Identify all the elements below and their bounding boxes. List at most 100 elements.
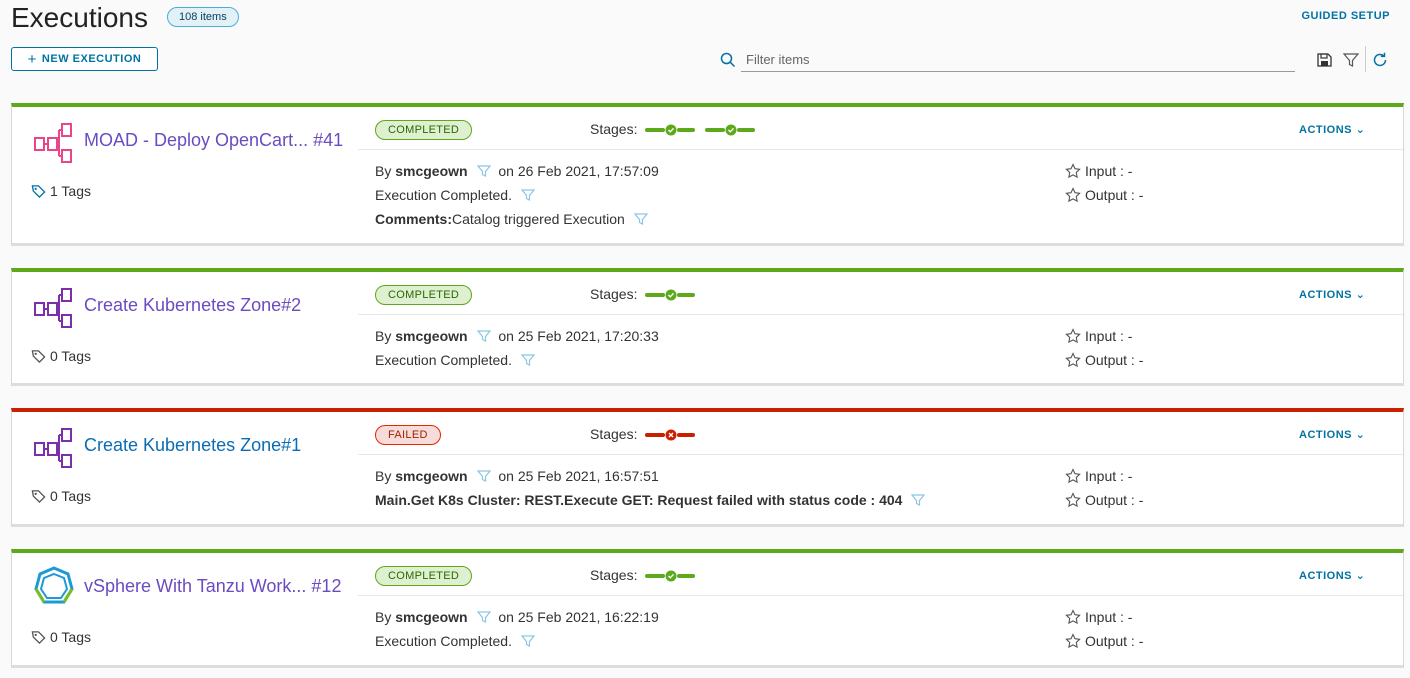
filter-funnel-icon[interactable]	[476, 329, 491, 343]
actions-dropdown[interactable]: ACTIONS ⌄	[1299, 288, 1365, 301]
chevron-down-icon: ⌄	[1355, 429, 1366, 441]
user-name: smcgeown	[395, 328, 468, 344]
execution-card: MOAD - Deploy OpenCart... #41 1 Tags COM…	[11, 103, 1404, 246]
filter-icon[interactable]	[1342, 51, 1360, 69]
stages-indicator[interactable]	[645, 428, 695, 442]
status-badge: COMPLETED	[375, 285, 473, 305]
tags-count[interactable]: 0 Tags	[31, 488, 91, 504]
comments-label: Comments:	[375, 211, 453, 227]
search-icon	[720, 52, 736, 68]
star-icon[interactable]	[1065, 328, 1081, 344]
execution-date: on 26 Feb 2021, 17:57:09	[498, 163, 659, 179]
input-field: Input : -	[1065, 163, 1132, 179]
by-label: By	[375, 609, 392, 625]
execution-name-link[interactable]: Create Kubernetes Zone#1	[84, 435, 301, 456]
chevron-down-icon: ⌄	[1355, 570, 1366, 582]
execution-message: Execution Completed.	[375, 187, 512, 203]
filter-funnel-icon[interactable]	[520, 634, 535, 648]
actions-label: ACTIONS	[1299, 429, 1352, 441]
pipeline-icon	[34, 428, 72, 468]
divider	[358, 314, 1403, 315]
by-label: By	[375, 328, 392, 344]
refresh-icon[interactable]	[1371, 51, 1389, 69]
execution-date: on 25 Feb 2021, 16:22:19	[498, 609, 659, 625]
star-icon[interactable]	[1065, 633, 1081, 649]
actions-dropdown[interactable]: ACTIONS ⌄	[1299, 123, 1365, 136]
output-label: Output : -	[1085, 492, 1144, 508]
status-badge: COMPLETED	[375, 120, 473, 140]
tags-count[interactable]: 0 Tags	[31, 629, 91, 645]
execution-name-link[interactable]: MOAD - Deploy OpenCart... #41	[84, 130, 343, 151]
status-badge: FAILED	[375, 425, 441, 445]
comments-line: Comments: Catalog triggered Execution	[375, 211, 648, 227]
tags-label: 0 Tags	[50, 488, 91, 504]
filter-funnel-icon[interactable]	[476, 469, 491, 483]
chevron-down-icon: ⌄	[1355, 289, 1366, 301]
execution-card: vSphere With Tanzu Work... #12 0 Tags CO…	[11, 549, 1404, 668]
filter-funnel-icon[interactable]	[520, 353, 535, 367]
stages-indicator[interactable]	[645, 569, 695, 583]
star-icon[interactable]	[1065, 163, 1081, 179]
execution-date: on 25 Feb 2021, 16:57:51	[498, 468, 659, 484]
divider	[358, 595, 1403, 596]
input-field: Input : -	[1065, 468, 1132, 484]
toolbar-divider	[1365, 46, 1366, 72]
stages-label: Stages:	[590, 286, 638, 302]
user-name: smcgeown	[395, 609, 468, 625]
input-label: Input : -	[1085, 328, 1133, 344]
executed-by-line: By smcgeown on 25 Feb 2021, 17:20:33	[375, 328, 659, 344]
star-icon[interactable]	[1065, 187, 1081, 203]
output-field: Output : -	[1065, 187, 1143, 203]
chevron-down-icon: ⌄	[1355, 124, 1366, 136]
new-execution-button[interactable]: + NEW EXECUTION	[11, 47, 158, 71]
filter-funnel-icon[interactable]	[911, 493, 926, 507]
page-title: Executions	[11, 2, 148, 33]
user-name: smcgeown	[395, 468, 468, 484]
divider	[358, 149, 1403, 150]
new-execution-label: NEW EXECUTION	[41, 53, 142, 65]
by-label: By	[375, 163, 392, 179]
output-field: Output : -	[1065, 352, 1143, 368]
star-icon[interactable]	[1065, 492, 1081, 508]
error-message: Main.Get K8s Cluster: REST.Execute GET: …	[375, 492, 903, 508]
stages-label: Stages:	[590, 426, 638, 442]
tags-count[interactable]: 0 Tags	[31, 348, 91, 364]
filter-funnel-icon[interactable]	[633, 212, 648, 226]
divider	[358, 454, 1403, 455]
filter-funnel-icon[interactable]	[476, 164, 491, 178]
by-label: By	[375, 468, 392, 484]
actions-dropdown[interactable]: ACTIONS ⌄	[1299, 569, 1365, 582]
item-count-badge: 108 items	[167, 7, 239, 27]
message-line: Execution Completed.	[375, 633, 535, 649]
tags-count[interactable]: 1 Tags	[31, 183, 91, 199]
actions-dropdown[interactable]: ACTIONS ⌄	[1299, 428, 1365, 441]
tags-label: 0 Tags	[50, 348, 91, 364]
output-field: Output : -	[1065, 633, 1143, 649]
input-field: Input : -	[1065, 609, 1132, 625]
executed-by-line: By smcgeown on 26 Feb 2021, 17:57:09	[375, 163, 659, 179]
filter-input[interactable]	[741, 48, 1295, 72]
stages-indicator[interactable]	[645, 123, 755, 137]
stages-indicator[interactable]	[645, 288, 695, 302]
output-label: Output : -	[1085, 187, 1144, 203]
pipeline-icon	[34, 123, 72, 163]
guided-setup-link[interactable]: GUIDED SETUP	[1301, 10, 1390, 22]
output-label: Output : -	[1085, 352, 1144, 368]
star-icon[interactable]	[1065, 468, 1081, 484]
tag-icon	[31, 630, 46, 644]
executed-by-line: By smcgeown on 25 Feb 2021, 16:22:19	[375, 609, 659, 625]
star-icon[interactable]	[1065, 352, 1081, 368]
filter-funnel-icon[interactable]	[520, 188, 535, 202]
filter-funnel-icon[interactable]	[476, 610, 491, 624]
execution-name-link[interactable]: vSphere With Tanzu Work... #12	[84, 576, 341, 597]
execution-name-link[interactable]: Create Kubernetes Zone#2	[84, 295, 301, 316]
stages-label: Stages:	[590, 567, 638, 583]
output-field: Output : -	[1065, 492, 1143, 508]
message-line: Execution Completed.	[375, 187, 535, 203]
save-icon[interactable]	[1315, 51, 1333, 69]
star-icon[interactable]	[1065, 609, 1081, 625]
executed-by-line: By smcgeown on 25 Feb 2021, 16:57:51	[375, 468, 659, 484]
stages-label: Stages:	[590, 121, 638, 137]
input-label: Input : -	[1085, 609, 1133, 625]
execution-card: Create Kubernetes Zone#2 0 Tags COMPLETE…	[11, 268, 1404, 386]
